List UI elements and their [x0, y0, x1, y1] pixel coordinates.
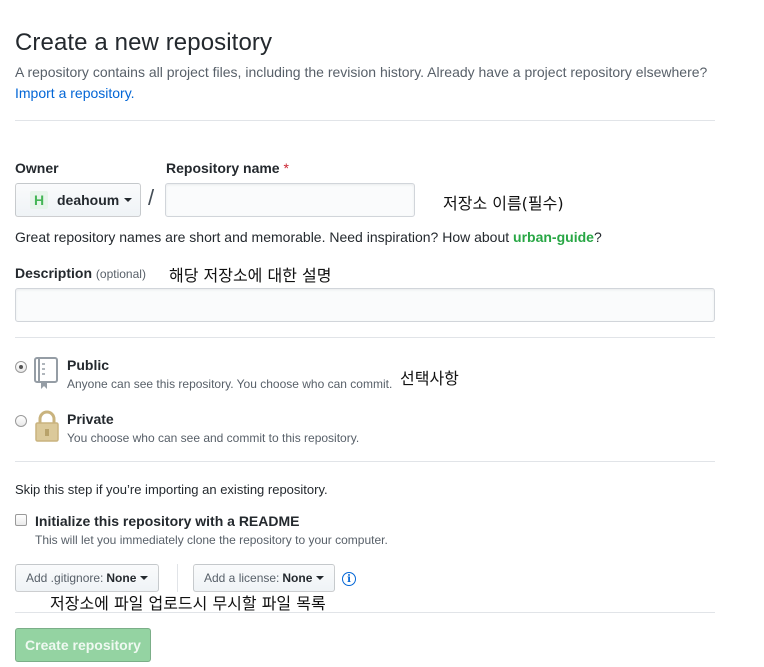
license-label: Add a license: [204, 571, 280, 585]
page-title: Create a new repository [15, 29, 273, 56]
lock-icon [35, 410, 59, 442]
owner-repo-separator: / [148, 185, 155, 210]
description-input[interactable] [15, 288, 715, 322]
required-marker: * [283, 160, 289, 176]
create-repository-button[interactable]: Create repository [15, 628, 151, 662]
repo-name-annotation: 저장소 이름(필수) [443, 194, 564, 213]
hint-text: Great repository names are short and mem… [15, 229, 514, 245]
gitignore-value: None [106, 571, 137, 585]
options-divider [15, 612, 715, 613]
chevron-down-icon [124, 198, 133, 202]
chevron-down-icon [316, 576, 325, 580]
repository-name-input[interactable] [165, 183, 415, 217]
description-label: Description (optional) [15, 265, 146, 281]
import-skip-note: Skip this step if you’re importing an ex… [15, 482, 328, 497]
repo-name-hint: Great repository names are short and mem… [15, 229, 602, 245]
owner-name: deahoum [57, 192, 120, 208]
readme-checkbox[interactable] [15, 514, 27, 526]
owner-label: Owner [15, 160, 59, 176]
public-description: Anyone can see this repository. You choo… [67, 377, 393, 391]
avatar: H [30, 191, 48, 209]
private-title: Private [67, 411, 114, 427]
repo-book-icon [34, 357, 58, 389]
license-select-button[interactable]: Add a license: None [193, 564, 336, 592]
visibility-annotation: 선택사항 [400, 369, 459, 388]
page-subtitle: A repository contains all project files,… [15, 64, 708, 80]
header-divider [15, 120, 715, 121]
public-radio[interactable] [15, 361, 27, 373]
gitignore-annotation: 저장소에 파일 업로드시 무시할 파일 목록 [50, 594, 326, 613]
gitignore-select-button[interactable]: Add .gitignore: None [15, 564, 160, 592]
info-icon[interactable]: i [342, 572, 356, 586]
visibility-divider [15, 461, 715, 462]
repo-name-label-text: Repository name [166, 160, 280, 176]
public-title: Public [67, 357, 110, 373]
license-value: None [282, 571, 313, 585]
private-description: You choose who can see and commit to thi… [67, 431, 360, 445]
import-repository-link[interactable]: Import a repository. [15, 85, 135, 101]
description-label-text: Description [15, 265, 93, 281]
repo-name-label: Repository name * [166, 160, 289, 176]
optional-marker: (optional) [95, 267, 146, 281]
description-divider [15, 337, 715, 338]
readme-description: This will let you immediately clone the … [35, 533, 388, 547]
hint-suffix: ? [593, 229, 602, 245]
select-separator [177, 564, 178, 592]
readme-label[interactable]: Initialize this repository with a README [35, 513, 299, 529]
owner-select-button[interactable]: H deahoum [15, 183, 141, 217]
name-suggestion-link[interactable]: urban-guide [513, 229, 594, 245]
radio-selected-dot [19, 365, 23, 369]
gitignore-label: Add .gitignore: [26, 571, 104, 585]
chevron-down-icon [140, 576, 149, 580]
create-repository-page: Create a new repository A repository con… [0, 0, 764, 667]
description-annotation: 해당 저장소에 대한 설명 [169, 266, 332, 285]
private-radio[interactable] [15, 415, 27, 427]
